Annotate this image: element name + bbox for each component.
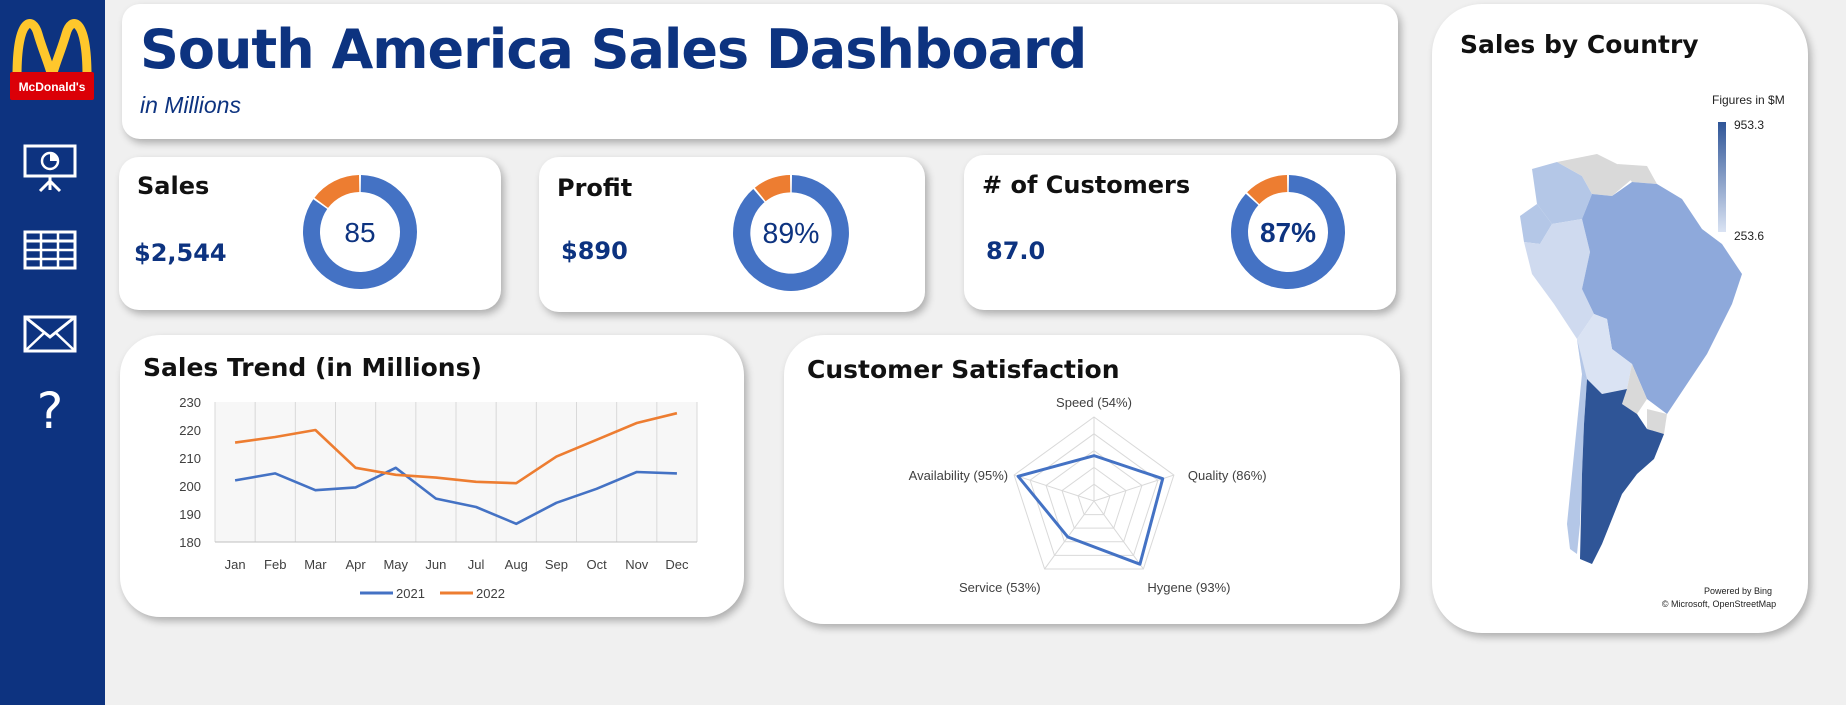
x-tick-label: May <box>383 557 408 572</box>
satisfaction-card: Customer Satisfaction Speed (54%) Quality… <box>784 335 1400 624</box>
y-tick-label: 220 <box>179 423 201 438</box>
x-tick-label: Jun <box>425 557 446 572</box>
map-legend-title: Figures in $M <box>1712 93 1785 107</box>
x-tick-label: Apr <box>345 557 366 572</box>
header-card: South America Sales Dashboard in Million… <box>122 4 1398 139</box>
kpi-card-customers: # of Customers 87.0 87% <box>964 155 1396 310</box>
map-legend-scale <box>1718 122 1726 232</box>
table-grid-icon[interactable] <box>22 226 78 276</box>
y-tick-label: 210 <box>179 451 201 466</box>
radar-spoke <box>1044 500 1095 570</box>
x-tick-label: Dec <box>665 557 689 572</box>
y-tick-label: 190 <box>179 507 201 522</box>
map-credit-2: © Microsoft, OpenStreetMap <box>1662 599 1776 609</box>
page-title: South America Sales Dashboard <box>140 18 1087 81</box>
radar-axis-label: Hygene (93%) <box>1147 580 1230 595</box>
satisfaction-radar-chart: Speed (54%) Quality (86%) Hygene (93%) Serv… <box>909 395 1267 595</box>
customers-donut: 87% <box>1231 175 1345 289</box>
x-tick-label: Aug <box>505 557 528 572</box>
x-tick-label: Oct <box>586 557 607 572</box>
kpi-donut-center-sales: 85 <box>344 217 375 248</box>
kpi-card-sales: Sales $2,544 85 <box>119 157 501 310</box>
kpi-label-profit: Profit <box>557 174 633 202</box>
country-argentina <box>1580 374 1664 564</box>
radar-spoke <box>1093 500 1144 570</box>
kpi-value-profit: $890 <box>561 237 628 265</box>
mcdonalds-logo: McDonald's <box>10 19 94 100</box>
profit-donut: 89% <box>733 175 849 291</box>
x-tick-label: Nov <box>625 557 649 572</box>
x-tick-label: Feb <box>264 557 286 572</box>
x-tick-label: Mar <box>304 557 327 572</box>
kpi-label-customers: # of Customers <box>982 171 1191 199</box>
kpi-card-profit: Profit $890 89% <box>539 157 925 312</box>
envelope-icon[interactable] <box>22 309 78 359</box>
logo-text: McDonald's <box>19 80 86 94</box>
radar-axis-label: Speed (54%) <box>1056 395 1132 410</box>
radar-axis-label: Availability (95%) <box>909 468 1008 483</box>
sales-trend-chart: 180 190 200 210 220 230 Jan Feb Mar Apr May Jun Jul A… <box>179 395 698 601</box>
kpi-donut-center-profit: 89% <box>763 218 820 250</box>
donut-segment-remainder <box>1247 175 1288 205</box>
sidebar: McDonald's ? <box>0 0 105 705</box>
presentation-chart-icon[interactable] <box>22 143 78 193</box>
kpi-value-sales: $2,544 <box>134 239 227 267</box>
map-legend-min: 253.6 <box>1734 229 1764 243</box>
y-tick-label: 180 <box>179 535 201 550</box>
legend-label-2022: 2022 <box>476 586 505 601</box>
page-subtitle: in Millions <box>140 92 241 118</box>
y-tick-label: 200 <box>179 479 201 494</box>
map-legend-max: 953.3 <box>1734 118 1764 132</box>
kpi-value-customers: 87.0 <box>986 237 1046 265</box>
question-mark-icon[interactable]: ? <box>22 386 78 436</box>
x-tick-label: Sep <box>545 557 568 572</box>
x-tick-label: Jan <box>225 557 246 572</box>
donut-segment-remainder <box>314 175 360 208</box>
sales-trend-card: Sales Trend (in Millions) 180 190 200 210 22… <box>120 335 744 617</box>
sales-donut: 85 <box>302 175 417 289</box>
sales-by-country-map: Figures in $M 953.3 253.6 Powered by Bin… <box>1520 93 1785 609</box>
kpi-label-sales: Sales <box>137 172 210 200</box>
kpi-donut-center-customers: 87% <box>1260 217 1316 248</box>
map-credit-1: Powered by Bing <box>1704 586 1772 596</box>
x-tick-label: Jul <box>468 557 485 572</box>
map-card: Sales by Country Figures in $M 953.3 253… <box>1432 4 1808 633</box>
radar-axis-label: Service (53%) <box>959 580 1041 595</box>
y-tick-label: 230 <box>179 395 201 410</box>
radar-axis-label: Quality (86%) <box>1188 468 1267 483</box>
legend-label-2021: 2021 <box>396 586 425 601</box>
